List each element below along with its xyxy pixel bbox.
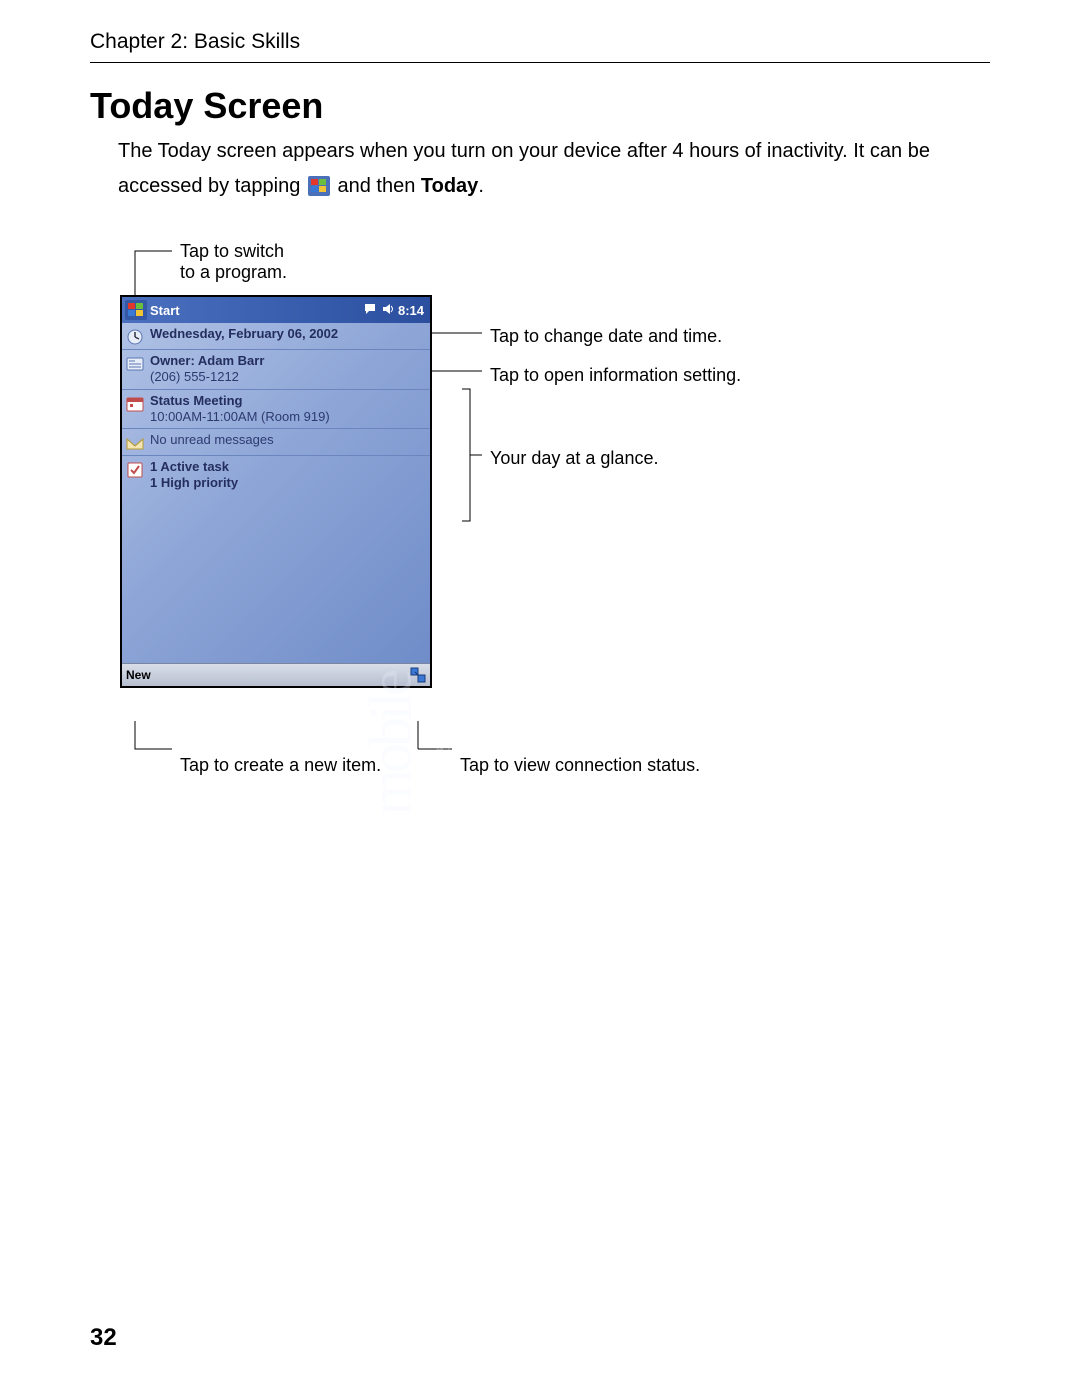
owner-row[interactable]: Owner: Adam Barr (206) 555-1212 [122,350,430,390]
owner-phone: (206) 555-1212 [150,369,264,385]
callout-switch-line1: Tap to switch [180,241,287,262]
envelope-icon [126,434,144,452]
body-paragraph-2: accessed by tapping and then Today. [118,172,990,201]
body-paragraph-1: The Today screen appears when you turn o… [118,137,990,166]
body-text-today: Today [421,175,478,197]
calendar-icon [126,395,144,413]
watermark: mobileMicrosoft [357,673,458,816]
start-flag-icon [308,176,330,196]
device-background: mobileMicrosoft [122,495,430,663]
owner-card-icon [126,355,144,373]
clock-icon [126,328,144,346]
today-items: Wednesday, February 06, 2002 Owner: Adam… [122,323,430,495]
bottom-bar: New [122,663,430,686]
start-label[interactable]: Start [150,303,180,318]
meeting-detail: 10:00AM-11:00AM (Room 919) [150,409,330,425]
page-number: 32 [90,1324,117,1352]
callout-day-glance: Your day at a glance. [490,448,658,469]
tasks-active: 1 Active task [150,459,238,475]
callout-change-date: Tap to change date and time. [490,326,722,347]
inbox-text: No unread messages [150,432,274,448]
date-text: Wednesday, February 06, 2002 [150,326,338,342]
diagram: Tap to switch to a program. Tap to chang… [120,241,990,801]
inbox-row[interactable]: No unread messages [122,429,430,456]
body-text-part-1: accessed by tapping [118,175,306,197]
callout-view-conn: Tap to view connection status. [460,755,700,776]
new-button[interactable]: New [126,668,151,682]
callout-switch-program: Tap to switch to a program. [180,241,287,283]
tasks-priority: 1 High priority [150,475,238,491]
windows-flag-icon[interactable] [125,300,147,320]
chapter-header: Chapter 2: Basic Skills [90,30,990,63]
callout-create-new: Tap to create a new item. [180,755,381,776]
task-clipboard-icon [126,461,144,479]
system-tray[interactable]: 8:14 [364,302,430,319]
meeting-title: Status Meeting [150,393,330,409]
owner-label: Owner: Adam Barr [150,353,264,369]
calendar-row[interactable]: Status Meeting 10:00AM-11:00AM (Room 919… [122,390,430,430]
chat-icon[interactable] [364,302,378,319]
device-screen: Start 8:14 Wednesday, Fe [120,295,432,688]
tasks-row[interactable]: 1 Active task 1 High priority [122,456,430,495]
callout-open-info: Tap to open information setting. [490,365,741,386]
body-text-period: . [478,175,484,197]
callout-switch-line2: to a program. [180,262,287,283]
connection-icon[interactable] [410,667,426,683]
top-bar[interactable]: Start 8:14 [122,297,430,323]
clock-time[interactable]: 8:14 [398,303,424,318]
section-title: Today Screen [90,85,990,127]
volume-icon[interactable] [382,303,394,318]
date-row[interactable]: Wednesday, February 06, 2002 [122,323,430,350]
body-text-part-2: and then [337,175,420,197]
